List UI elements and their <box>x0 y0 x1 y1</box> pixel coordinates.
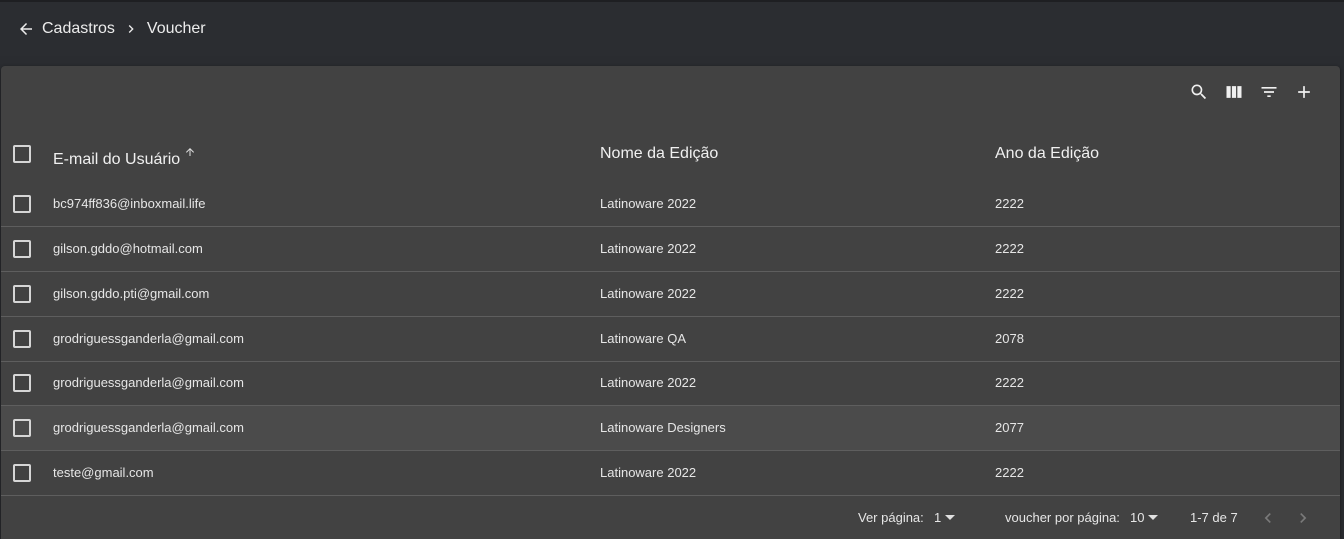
table-row[interactable]: teste@gmail.com Latinoware 2022 2222 <box>1 451 1340 496</box>
row-checkbox[interactable] <box>13 195 31 213</box>
column-header-edition-year[interactable]: Ano da Edição <box>995 126 1099 182</box>
cell-edition-name: Latinoware 2022 <box>600 286 697 301</box>
table-row[interactable]: gilson.gddo@hotmail.com Latinoware 2022 … <box>1 227 1340 272</box>
cell-edition-name: Latinoware QA <box>600 331 686 346</box>
table-row[interactable]: bc974ff836@inboxmail.life Latinoware 202… <box>1 182 1340 227</box>
cell-edition-year: 2222 <box>995 286 1024 301</box>
dropdown-arrow-icon <box>945 515 956 520</box>
pagination: Ver página: 1 voucher por página: 10 1-7… <box>1 496 1340 539</box>
row-checkbox[interactable] <box>13 330 31 348</box>
range-text: 1-7 de 7 <box>1190 510 1238 525</box>
cell-edition-name: Latinoware 2022 <box>600 196 697 211</box>
chevron-right-icon <box>121 19 141 39</box>
row-checkbox[interactable] <box>13 240 31 258</box>
view-column-icon[interactable] <box>1222 80 1246 104</box>
row-checkbox[interactable] <box>13 285 31 303</box>
breadcrumb-item-voucher: Voucher <box>146 20 206 37</box>
table-row[interactable]: grodriguessganderla@gmail.com Latinoware… <box>1 361 1340 406</box>
cell-email: grodriguessganderla@gmail.com <box>53 331 244 346</box>
row-checkbox[interactable] <box>13 419 31 437</box>
row-checkbox[interactable] <box>13 374 31 392</box>
cell-edition-year: 2077 <box>995 420 1024 435</box>
voucher-table-card: E-mail do Usuário Nome da Edição Ano da … <box>1 66 1340 539</box>
table-row[interactable]: grodriguessganderla@gmail.com Latinoware… <box>1 317 1340 362</box>
per-page-select[interactable]: 10 <box>1130 496 1159 539</box>
column-header-email[interactable]: E-mail do Usuário <box>53 126 196 182</box>
arrow-up-icon <box>184 126 196 156</box>
cell-email: gilson.gddo@hotmail.com <box>53 241 203 256</box>
page-label: Ver página: <box>858 510 924 525</box>
cell-edition-year: 2222 <box>995 196 1024 211</box>
cell-email: gilson.gddo.pti@gmail.com <box>53 286 210 301</box>
cell-edition-year: 2222 <box>995 375 1024 390</box>
cell-email: bc974ff836@inboxmail.life <box>53 196 206 211</box>
cell-edition-name: Latinoware 2022 <box>600 241 697 256</box>
column-header-edition-name[interactable]: Nome da Edição <box>600 126 718 182</box>
row-checkbox[interactable] <box>13 464 31 482</box>
cell-edition-name: Latinoware 2022 <box>600 375 697 390</box>
per-page-label: voucher por página: <box>1005 510 1120 525</box>
cell-email: grodriguessganderla@gmail.com <box>53 420 244 435</box>
cell-edition-name: Latinoware Designers <box>600 420 726 435</box>
add-icon[interactable] <box>1292 80 1316 104</box>
cell-edition-year: 2222 <box>995 465 1024 480</box>
page-select[interactable]: 1 <box>934 496 956 539</box>
breadcrumb: Cadastros Voucher <box>0 0 1344 56</box>
cell-email: teste@gmail.com <box>53 465 154 480</box>
cell-edition-year: 2078 <box>995 331 1024 346</box>
arrow-left-icon[interactable] <box>16 19 36 39</box>
table-row[interactable]: gilson.gddo.pti@gmail.com Latinoware 202… <box>1 272 1340 317</box>
select-all-checkbox[interactable] <box>13 145 31 163</box>
dropdown-arrow-icon <box>1148 515 1159 520</box>
cell-edition-year: 2222 <box>995 241 1024 256</box>
breadcrumb-item-cadastros[interactable]: Cadastros <box>42 20 115 38</box>
filter-icon[interactable] <box>1257 80 1281 104</box>
chevron-right-icon[interactable] <box>1291 506 1315 530</box>
table-header: E-mail do Usuário Nome da Edição Ano da … <box>1 126 1340 182</box>
cell-edition-name: Latinoware 2022 <box>600 465 697 480</box>
cell-email: grodriguessganderla@gmail.com <box>53 375 244 390</box>
table-row[interactable]: grodriguessganderla@gmail.com Latinoware… <box>1 406 1340 451</box>
search-icon[interactable] <box>1187 80 1211 104</box>
chevron-left-icon[interactable] <box>1256 506 1280 530</box>
